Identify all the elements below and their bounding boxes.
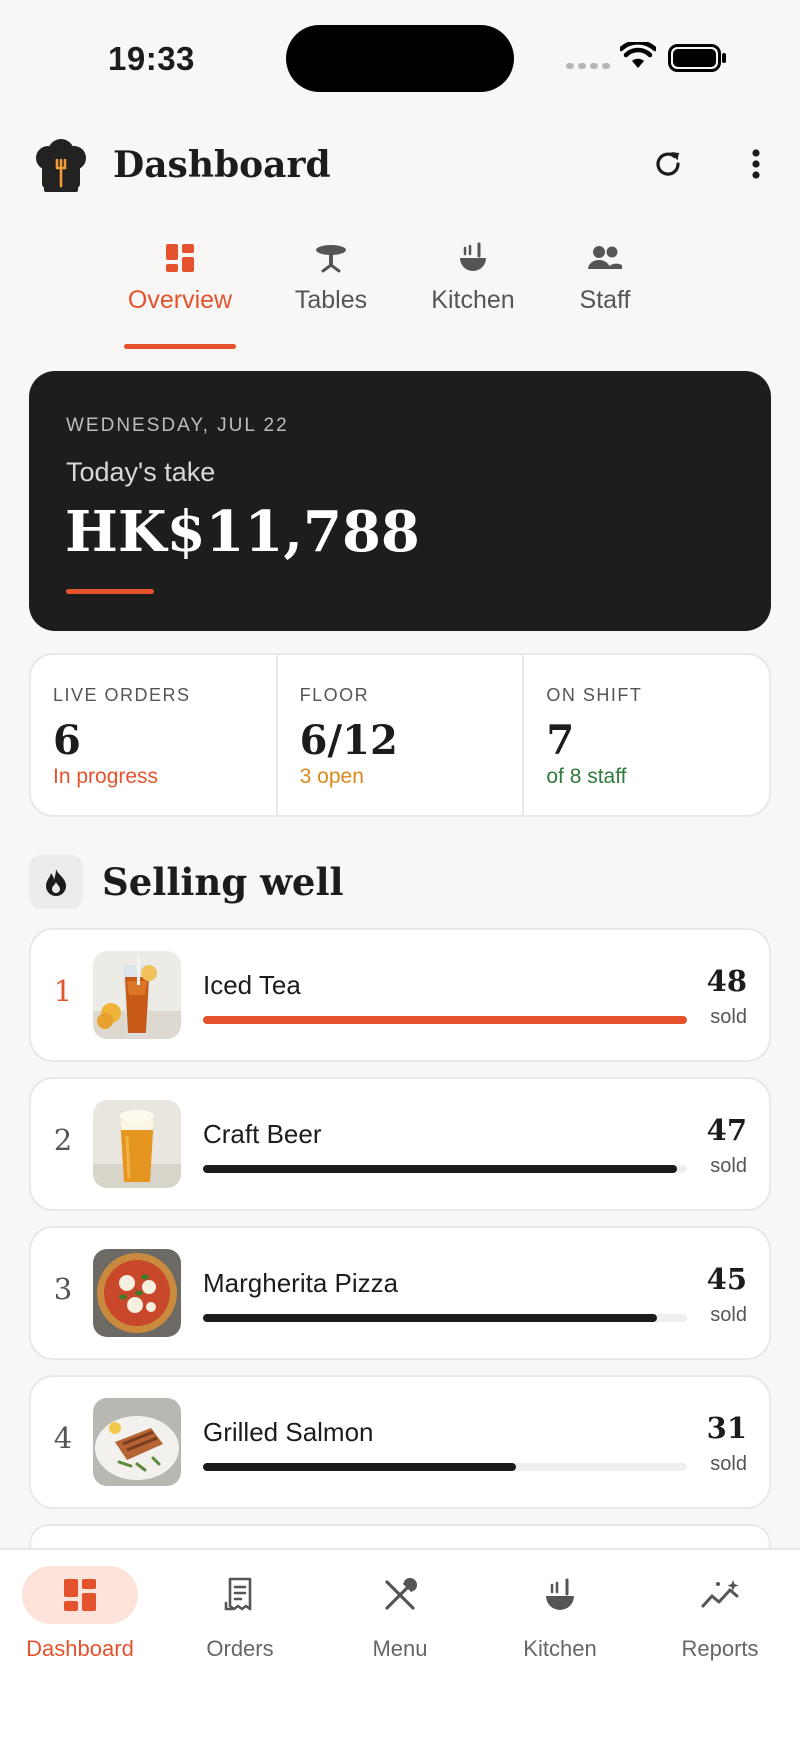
hero-label: Today's take <box>66 457 216 487</box>
item-count: 48 <box>706 964 747 998</box>
item-rank: 2 <box>53 1123 73 1157</box>
dashboard-grid-icon <box>64 1579 96 1611</box>
sold-label: sold <box>710 1453 747 1475</box>
refresh-button[interactable] <box>648 144 688 184</box>
stat-on-shift[interactable]: ON SHIFT 7 of 8 staff <box>522 655 769 815</box>
todays-take-card: WEDNESDAY, JUL 22 Today's take HK$11,788 <box>29 371 771 631</box>
stats-card: LIVE ORDERS 6 In progress FLOOR 6/12 3 o… <box>29 653 771 817</box>
nav-label: Menu <box>372 1636 428 1661</box>
sales-bar-fill <box>203 1463 516 1471</box>
stat-sub: of 8 staff <box>546 765 627 788</box>
section-title: Selling well <box>102 860 344 904</box>
nav-menu[interactable]: Menu <box>320 1566 480 1662</box>
stat-label: ON SHIFT <box>546 685 643 705</box>
craft-beer-image <box>93 1100 181 1188</box>
item-rank: 1 <box>53 974 73 1008</box>
refresh-icon <box>656 152 680 176</box>
sales-bar-track <box>203 1463 687 1471</box>
status-time: 19:33 <box>108 40 195 77</box>
tab-tables[interactable]: Tables <box>281 240 381 315</box>
tab-label: Tables <box>294 286 368 314</box>
item-count: 47 <box>706 1113 747 1147</box>
app-header: Dashboard <box>0 130 800 200</box>
fork-knife-icon <box>385 1578 417 1610</box>
stat-live-orders[interactable]: LIVE ORDERS 6 In progress <box>31 655 276 815</box>
sold-label: sold <box>710 1304 747 1326</box>
battery-icon <box>668 44 726 72</box>
nav-dashboard[interactable]: Dashboard <box>0 1566 160 1662</box>
item-rank: 4 <box>53 1421 73 1455</box>
stat-label: LIVE ORDERS <box>53 685 191 705</box>
ladle-pot-icon <box>460 242 486 271</box>
cellular-signal-icon <box>566 63 610 69</box>
nav-orders[interactable]: Orders <box>160 1566 320 1662</box>
nav-label: Dashboard <box>26 1636 134 1661</box>
sold-label: sold <box>710 1155 747 1177</box>
flame-badge <box>29 855 83 909</box>
iced-tea-image <box>93 951 181 1039</box>
stat-value: 7 <box>546 717 575 764</box>
stat-value: 6 <box>53 717 81 764</box>
list-item[interactable]: 1 Iced Tea 48 sold <box>29 928 771 1062</box>
receipt-icon <box>224 1577 252 1611</box>
margherita-pizza-image <box>93 1249 181 1337</box>
sales-bar-track <box>203 1165 687 1173</box>
hero-date: WEDNESDAY, JUL 22 <box>66 415 289 436</box>
flame-icon <box>46 869 66 896</box>
sales-bar-track <box>203 1016 687 1024</box>
sales-bar-fill <box>203 1314 657 1322</box>
tab-kitchen[interactable]: Kitchen <box>420 240 526 315</box>
stat-floor[interactable]: FLOOR 6/12 3 open <box>275 655 523 815</box>
item-name: Iced Tea <box>203 970 301 1000</box>
stat-label: FLOOR <box>299 685 370 705</box>
nav-kitchen[interactable]: Kitchen <box>480 1566 640 1662</box>
active-tab-indicator <box>124 344 236 349</box>
bottom-navigation: Dashboard Orders Menu Kitchen Reports <box>0 1548 800 1738</box>
tab-staff[interactable]: Staff <box>570 240 640 315</box>
nav-label: Reports <box>681 1636 759 1661</box>
dashboard-grid-icon <box>166 244 194 272</box>
dynamic-island <box>286 25 514 92</box>
chef-hat-icon <box>36 139 86 192</box>
tab-label: Staff <box>579 286 631 314</box>
hero-accent-bar <box>66 589 154 594</box>
stat-value: 6/12 <box>299 717 398 764</box>
item-name: Craft Beer <box>203 1119 322 1149</box>
list-item[interactable]: 4 Grilled Salmon 31 sold <box>29 1375 771 1509</box>
tab-bar: Overview Tables Kitchen Staff <box>0 240 800 350</box>
tab-overview[interactable]: Overview <box>124 240 236 315</box>
nav-label: Orders <box>206 1636 274 1661</box>
more-options-button[interactable] <box>736 144 776 184</box>
sparkle-chart-icon <box>701 1580 739 1608</box>
stat-sub: 3 open <box>299 765 364 788</box>
nav-reports[interactable]: Reports <box>640 1566 800 1662</box>
item-name: Margherita Pizza <box>203 1268 399 1298</box>
item-count: 45 <box>706 1262 747 1296</box>
item-count: 31 <box>706 1411 747 1445</box>
table-icon <box>316 245 346 273</box>
list-item[interactable]: 3 Margherita Pizza 45 sold <box>29 1226 771 1360</box>
sales-bar-fill <box>203 1165 677 1173</box>
status-bar: 19:33 <box>0 0 800 120</box>
item-rank: 3 <box>53 1272 73 1306</box>
item-name: Grilled Salmon <box>203 1417 374 1447</box>
grilled-salmon-image <box>93 1398 181 1486</box>
people-icon <box>588 246 622 269</box>
hero-amount: HK$11,788 <box>65 499 420 565</box>
selling-well-header: Selling well <box>29 854 344 910</box>
sales-bar-track <box>203 1314 687 1322</box>
page-title: Dashboard <box>113 144 331 186</box>
tab-label: Kitchen <box>431 286 515 314</box>
more-vertical-icon <box>752 149 760 179</box>
stat-sub: In progress <box>53 765 159 788</box>
list-item[interactable]: 2 Craft Beer 47 sold <box>29 1077 771 1211</box>
nav-label: Kitchen <box>523 1636 597 1661</box>
sales-bar-fill <box>203 1016 687 1024</box>
tab-label: Overview <box>127 286 233 314</box>
ladle-pot-icon <box>546 1578 574 1610</box>
wifi-icon <box>620 42 656 68</box>
sold-label: sold <box>710 1006 747 1028</box>
